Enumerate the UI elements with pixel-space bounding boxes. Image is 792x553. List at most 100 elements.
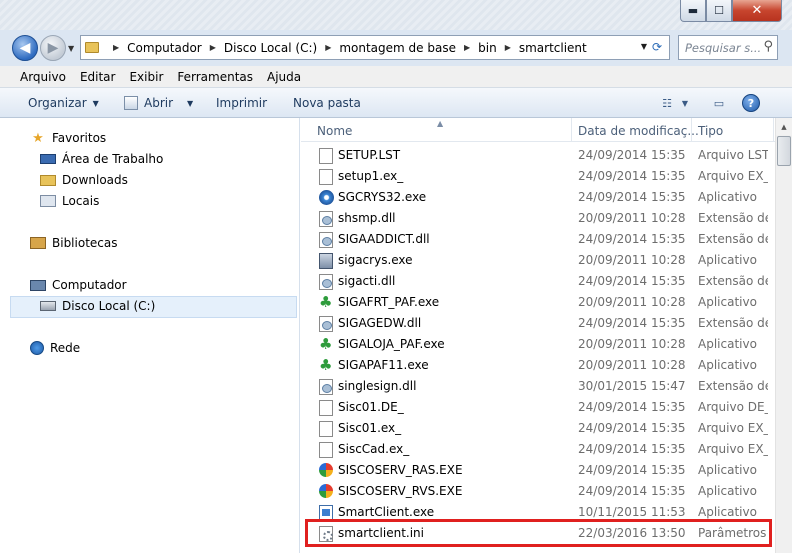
recent-pages-dropdown[interactable]: ▼ <box>68 44 74 53</box>
file-row[interactable]: shsmp.dll 20/09/2011 10:28 Extensão de <box>301 208 792 229</box>
file-date: 20/09/2011 10:28 <box>578 253 686 267</box>
file-name: SISCOSERV_RVS.EXE <box>338 484 463 498</box>
help-button[interactable]: ? <box>742 94 760 112</box>
file-list-pane: ▲ Nome Data de modificaç... Tipo SETUP.L… <box>301 118 792 553</box>
file-row[interactable]: singlesign.dll 30/01/2015 15:47 Extensão d… <box>301 376 792 397</box>
file-row[interactable]: SGCRYS32.exe 24/09/2014 15:35 Aplicativo <box>301 187 792 208</box>
file-row[interactable]: SIGAADDICT.dll 24/09/2014 15:35 Extensão d… <box>301 229 792 250</box>
file-type: Aplicativo <box>698 190 757 204</box>
file-name: SiscCad.ex_ <box>338 442 410 456</box>
breadcrumb-montagem[interactable]: montagem de base <box>339 41 456 55</box>
print-label: Imprimir <box>216 96 268 110</box>
column-type[interactable]: Tipo <box>698 124 723 138</box>
view-options-icon[interactable]: ☷ <box>658 95 676 111</box>
back-button[interactable]: ◀ <box>12 35 38 61</box>
file-name: SIGALOJA_PAF.exe <box>338 337 445 351</box>
print-button[interactable]: Imprimir <box>216 96 267 110</box>
file-row[interactable]: ♣ SIGAFRT_PAF.exe 20/09/2011 10:28 Aplicati… <box>301 292 792 313</box>
breadcrumb-local-disk[interactable]: Disco Local (C:) <box>224 41 317 55</box>
column-divider[interactable] <box>571 118 572 142</box>
new-folder-button[interactable]: Nova pasta <box>293 96 361 110</box>
menu-exibir[interactable]: Exibir <box>129 70 163 84</box>
organize-button[interactable]: Organizar ▼ <box>28 96 99 110</box>
open-button[interactable]: Abrir ▼ <box>124 96 193 110</box>
dll-file-icon <box>319 232 333 248</box>
breadcrumb-smartclient[interactable]: smartclient <box>519 41 587 55</box>
menu-arquivo[interactable]: Arquivo <box>20 70 66 84</box>
palm-file-icon: ♣ <box>319 356 333 374</box>
breadcrumb-separator-icon[interactable]: ▶ <box>325 43 331 52</box>
nav-network[interactable]: Rede <box>30 338 80 358</box>
open-label: Abrir <box>144 96 174 110</box>
address-bar[interactable]: ▶ Computador ▶ Disco Local (C:) ▶ montag… <box>80 35 670 60</box>
maximize-button[interactable]: ☐ <box>706 0 732 22</box>
nav-places[interactable]: Locais <box>40 191 99 211</box>
refresh-icon[interactable]: ⟳ <box>652 40 670 56</box>
scroll-thumb[interactable] <box>777 136 791 166</box>
file-name: SIGAPAF11.exe <box>338 358 429 372</box>
doc-file-icon <box>319 442 333 458</box>
scroll-up-icon[interactable]: ▲ <box>776 118 792 135</box>
forward-button[interactable]: ▶ <box>40 35 66 61</box>
file-name: Sisc01.ex_ <box>338 421 402 435</box>
file-type: Arquivo EX_ <box>698 169 768 183</box>
menu-bar: Arquivo Editar Exibir Ferramentas Ajuda <box>0 66 792 88</box>
menu-editar[interactable]: Editar <box>80 70 116 84</box>
vertical-scrollbar[interactable]: ▲ <box>775 118 792 553</box>
file-type: Arquivo EX_ <box>698 442 768 456</box>
minimize-button[interactable]: ▬ <box>680 0 706 22</box>
breadcrumb-separator-icon[interactable]: ▶ <box>210 43 216 52</box>
breadcrumb-separator-icon[interactable]: ▶ <box>113 43 119 52</box>
file-type: Extensão de <box>698 379 768 393</box>
file-row[interactable]: SiscCad.ex_ 24/09/2014 15:35 Arquivo EX_ <box>301 439 792 460</box>
nav-local-disk[interactable]: Disco Local (C:) <box>40 296 155 316</box>
address-dropdown-icon[interactable]: ▼ <box>641 42 647 51</box>
file-row[interactable]: sigacti.dll 24/09/2014 15:35 Extensão de <box>301 271 792 292</box>
file-row[interactable]: ♣ SIGALOJA_PAF.exe 20/09/2011 10:28 Aplicat… <box>301 334 792 355</box>
flower-file-icon <box>319 463 333 477</box>
file-row[interactable]: SETUP.LST 24/09/2014 15:35 Arquivo LST <box>301 145 792 166</box>
close-button[interactable]: ✕ <box>732 0 782 22</box>
column-date[interactable]: Data de modificaç... <box>578 124 699 138</box>
file-row[interactable]: SISCOSERV_RVS.EXE 24/09/2014 15:35 Aplicat… <box>301 481 792 502</box>
file-type: Aplicativo <box>698 295 757 309</box>
breadcrumb-separator-icon[interactable]: ▶ <box>505 43 511 52</box>
dll-file-icon <box>319 274 333 290</box>
column-divider[interactable] <box>773 118 774 142</box>
file-row[interactable]: sigacrys.exe 20/09/2011 10:28 Aplicativo <box>301 250 792 271</box>
file-row[interactable]: ♣ SIGAPAF11.exe 20/09/2011 10:28 Aplicativo <box>301 355 792 376</box>
organize-label: Organizar <box>28 96 87 110</box>
file-row[interactable]: SISCOSERV_RAS.EXE 24/09/2014 15:35 Aplicat… <box>301 460 792 481</box>
nav-desktop[interactable]: Área de Trabalho <box>40 149 163 169</box>
doc-file-icon <box>319 421 333 437</box>
preview-pane-icon[interactable]: ▭ <box>710 95 728 111</box>
file-row[interactable]: Sisc01.DE_ 24/09/2014 15:35 Arquivo DE_ <box>301 397 792 418</box>
column-divider[interactable] <box>691 118 692 142</box>
file-row[interactable]: SIGAGEDW.dll 24/09/2014 15:35 Extensão de <box>301 313 792 334</box>
file-row[interactable]: Sisc01.ex_ 24/09/2014 15:35 Arquivo EX_ <box>301 418 792 439</box>
dll-file-icon <box>319 379 333 395</box>
file-row[interactable]: setup1.ex_ 24/09/2014 15:35 Arquivo EX_ <box>301 166 792 187</box>
nav-downloads[interactable]: Downloads <box>40 170 128 190</box>
nav-favorites[interactable]: ★ Favoritos <box>30 128 106 148</box>
menu-ajuda[interactable]: Ajuda <box>267 70 301 84</box>
file-name: Sisc01.DE_ <box>338 400 404 414</box>
file-type: Aplicativo <box>698 505 757 519</box>
file-date: 24/09/2014 15:35 <box>578 400 686 414</box>
file-date: 20/09/2011 10:28 <box>578 295 686 309</box>
palm-file-icon: ♣ <box>319 293 333 311</box>
search-input[interactable]: Pesquisar s... ⚲ <box>678 35 778 60</box>
nav-computer[interactable]: Computador <box>30 275 127 295</box>
breadcrumb-bin[interactable]: bin <box>478 41 497 55</box>
breadcrumb-computer[interactable]: Computador <box>127 41 202 55</box>
menu-ferramentas[interactable]: Ferramentas <box>177 70 253 84</box>
file-type: Aplicativo <box>698 253 757 267</box>
search-icon[interactable]: ⚲ <box>763 39 773 54</box>
chevron-down-icon[interactable]: ▼ <box>676 95 694 111</box>
maximize-icon: ☐ <box>714 4 724 17</box>
nav-libraries[interactable]: Bibliotecas <box>30 233 117 253</box>
breadcrumb-separator-icon[interactable]: ▶ <box>464 43 470 52</box>
column-name[interactable]: Nome <box>317 124 352 138</box>
app-file-icon <box>319 253 333 269</box>
navigation-pane: ★ Favoritos Área de Trabalho Downloads Lo… <box>0 118 300 553</box>
